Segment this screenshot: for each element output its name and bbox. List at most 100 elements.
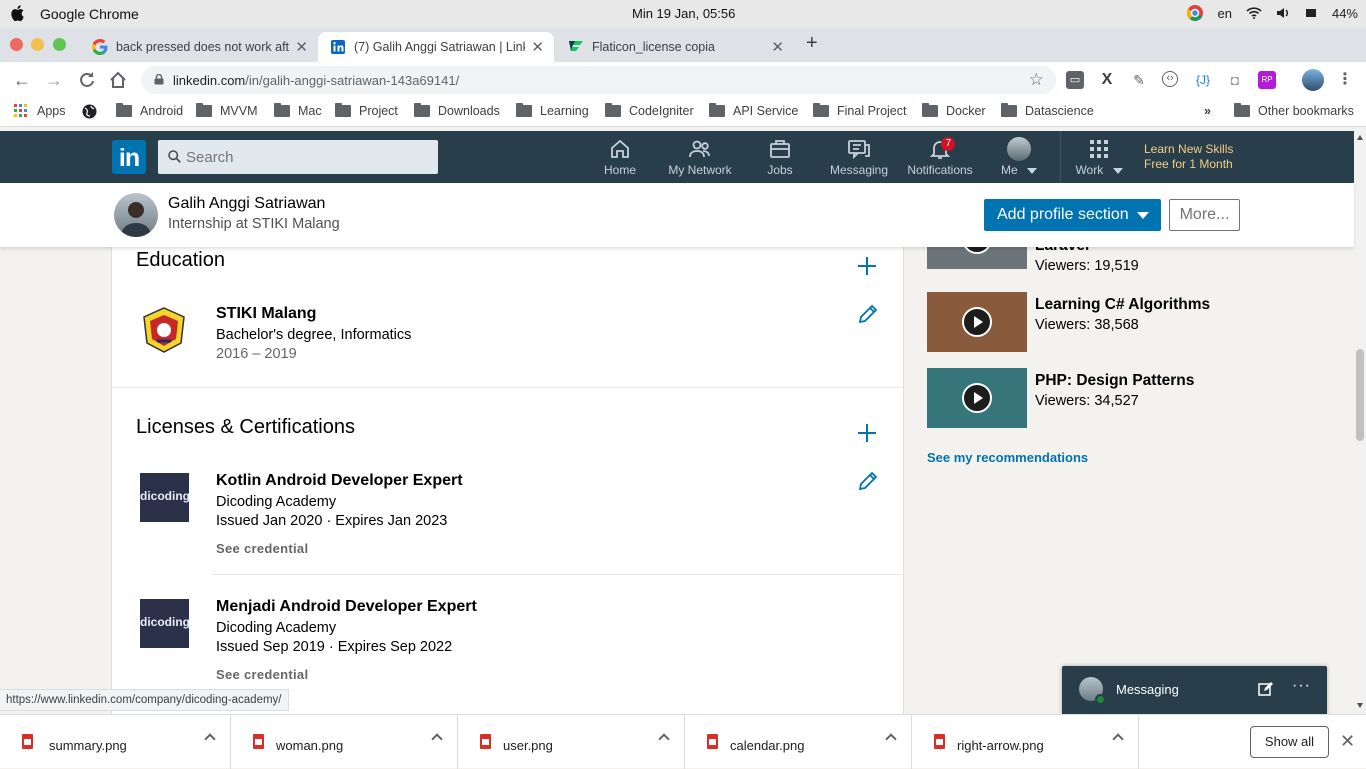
bookmark-folder-final-project[interactable]: Final Project (813, 103, 906, 118)
chevron-up-icon[interactable] (204, 733, 216, 745)
bookmark-folder-other[interactable]: Other bookmarks (1234, 103, 1354, 118)
bookmark-globe[interactable] (82, 104, 97, 119)
home-button-icon[interactable] (108, 70, 128, 90)
bookmark-folder-android[interactable]: Android (116, 103, 183, 118)
minimize-window-button[interactable] (31, 38, 44, 51)
download-item[interactable]: calendar.png (685, 715, 912, 769)
school-logo[interactable] (139, 305, 189, 355)
maximize-window-button[interactable] (53, 38, 66, 51)
tab-google[interactable]: back pressed does not work aft ✕ (80, 32, 318, 62)
nav-my-network[interactable]: My Network (664, 137, 736, 181)
tab-linkedin[interactable]: (7) Galih Anggi Satriawan | Link ✕ (318, 32, 554, 62)
extension-json-icon[interactable]: {J} (1194, 71, 1212, 89)
close-window-button[interactable] (10, 38, 23, 51)
more-options-icon[interactable]: ··· (1292, 677, 1311, 695)
download-item[interactable]: woman.png (231, 715, 458, 769)
extension-paint-icon[interactable]: ✎ (1130, 71, 1148, 89)
course-thumbnail[interactable] (927, 368, 1027, 428)
bookmarks-overflow-button[interactable]: » (1204, 104, 1211, 118)
dicoding-logo[interactable]: dicoding (140, 473, 189, 522)
chevron-up-icon[interactable] (1112, 733, 1124, 745)
profile-avatar[interactable] (1302, 69, 1324, 91)
bookmark-folder-downloads[interactable]: Downloads (414, 103, 500, 118)
url-text[interactable]: linkedin.com/in/galih-anggi-satriawan-14… (173, 73, 459, 88)
bookmark-folder-api-service[interactable]: API Service (709, 103, 798, 118)
course-title[interactable]: PHP: Design Patterns (1035, 372, 1194, 390)
download-item[interactable]: right-arrow.png (912, 715, 1139, 769)
premium-promo-link[interactable]: Learn New Skills Free for 1 Month (1144, 142, 1233, 172)
scroll-up-arrow[interactable] (1357, 135, 1363, 140)
dicoding-logo[interactable]: dicoding (140, 599, 189, 648)
see-recommendations-link[interactable]: See my recommendations (927, 450, 1088, 465)
edit-license-icon[interactable] (857, 470, 879, 492)
download-item[interactable]: user.png (458, 715, 685, 769)
avatar[interactable] (114, 193, 158, 237)
clock[interactable]: Min 19 Jan, 05:56 (632, 6, 735, 21)
apple-icon[interactable] (10, 4, 26, 22)
chevron-up-icon[interactable] (431, 733, 443, 745)
search-input[interactable] (186, 140, 426, 174)
chevron-up-icon[interactable] (885, 733, 897, 745)
extension-code-icon[interactable]: ‹› (1162, 71, 1178, 87)
add-license-icon[interactable] (856, 422, 878, 444)
chrome-menu-icon[interactable]: ⋮ (1336, 71, 1354, 89)
scroll-thumb[interactable] (1356, 349, 1364, 441)
bookmark-folder-datascience[interactable]: Datascience (1001, 103, 1094, 118)
license-name[interactable]: Menjadi Android Developer Expert (216, 598, 477, 616)
input-language[interactable]: en (1218, 6, 1232, 21)
more-button[interactable]: More... (1169, 199, 1240, 231)
extension-rp-icon[interactable]: RP (1258, 71, 1276, 89)
battery-icon[interactable] (1304, 7, 1318, 19)
nav-work[interactable]: Work (1072, 137, 1126, 181)
page-scrollbar[interactable] (1354, 131, 1366, 714)
show-all-downloads-button[interactable]: Show all (1250, 726, 1329, 758)
back-button[interactable]: ← (12, 70, 32, 90)
nav-me[interactable]: Me (998, 137, 1040, 181)
bookmark-star-icon[interactable]: ☆ (1029, 70, 1044, 90)
wifi-icon[interactable] (1246, 7, 1262, 19)
linkedin-logo[interactable]: in (112, 140, 146, 174)
search-box[interactable] (158, 140, 438, 174)
school-name[interactable]: STIKI Malang (216, 305, 316, 323)
forward-button[interactable]: → (44, 70, 64, 90)
course-title[interactable]: Learning C# Algorithms (1035, 296, 1210, 314)
add-profile-section-button[interactable]: Add profile section (984, 199, 1161, 231)
extension-x-icon[interactable]: X (1098, 71, 1116, 89)
license-name[interactable]: Kotlin Android Developer Expert (216, 472, 463, 490)
course-thumbnail[interactable] (927, 292, 1027, 352)
close-downloads-icon[interactable]: ✕ (1340, 731, 1355, 752)
close-tab-icon[interactable]: ✕ (531, 38, 544, 56)
address-bar[interactable]: linkedin.com/in/galih-anggi-satriawan-14… (141, 66, 1056, 94)
download-item[interactable]: summary.png (0, 715, 231, 769)
chrome-icon[interactable] (1186, 4, 1204, 22)
messaging-overlay[interactable]: Messaging ··· (1062, 666, 1327, 714)
nav-home[interactable]: Home (599, 137, 641, 181)
close-tab-icon[interactable]: ✕ (771, 38, 784, 56)
nav-notifications[interactable]: 7 Notifications (904, 137, 976, 181)
bookmark-apps[interactable]: Apps (14, 104, 66, 118)
bookmark-folder-project[interactable]: Project (335, 103, 398, 118)
close-tab-icon[interactable]: ✕ (295, 38, 308, 56)
see-credential-link[interactable]: See credential (216, 667, 308, 682)
active-app-name[interactable]: Google Chrome (40, 6, 139, 22)
bookmark-folder-docker[interactable]: Docker (922, 103, 986, 118)
chevron-up-icon[interactable] (658, 733, 670, 745)
add-education-icon[interactable] (856, 255, 878, 277)
bookmark-folder-codeigniter[interactable]: CodeIgniter (605, 103, 694, 118)
nav-jobs[interactable]: Jobs (760, 137, 800, 181)
see-credential-link[interactable]: See credential (216, 541, 308, 556)
scroll-down-arrow[interactable] (1357, 703, 1363, 708)
lock-icon[interactable] (154, 74, 164, 85)
edit-education-icon[interactable] (857, 303, 879, 325)
extension-line-icon[interactable]: ▭ (1066, 71, 1084, 89)
volume-icon[interactable] (1276, 7, 1290, 19)
bookmark-folder-learning[interactable]: Learning (516, 103, 589, 118)
reload-icon[interactable] (77, 70, 97, 90)
nav-messaging[interactable]: Messaging (828, 137, 890, 181)
compose-icon[interactable] (1258, 681, 1274, 697)
bookmark-folder-mvvm[interactable]: MVVM (196, 103, 258, 118)
bookmark-folder-mac[interactable]: Mac (274, 103, 322, 118)
extension-camera-icon[interactable]: ◘ (1226, 71, 1244, 89)
tab-flaticon[interactable]: Flaticon_license copia ✕ (556, 32, 794, 62)
new-tab-button[interactable]: + (806, 32, 818, 55)
